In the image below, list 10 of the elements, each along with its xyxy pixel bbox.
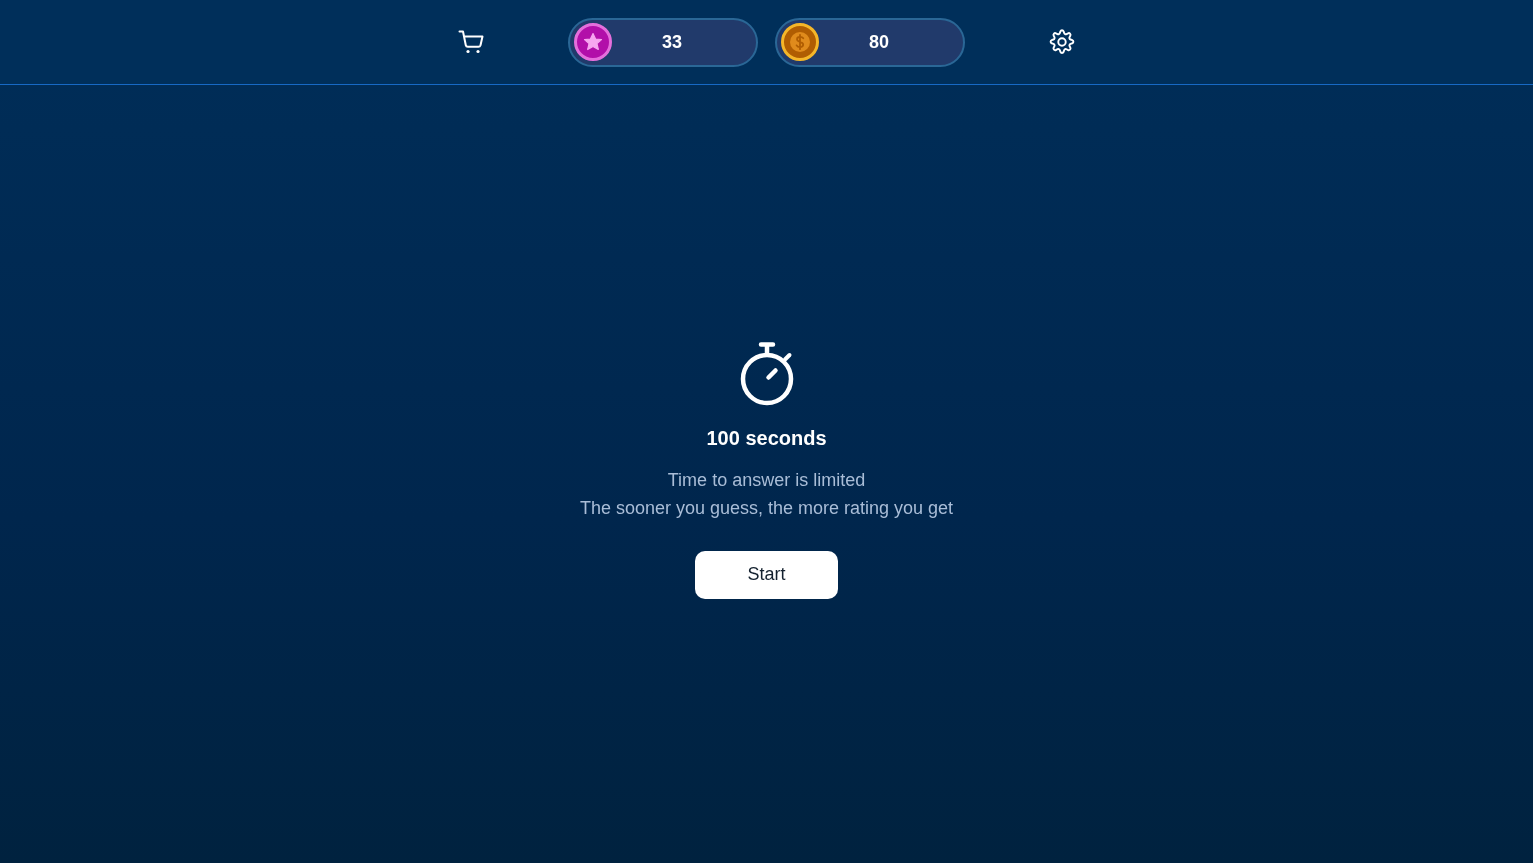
- info-text: Time to answer is limited: [667, 468, 866, 492]
- coin-icon: [781, 23, 819, 61]
- start-button[interactable]: Start: [695, 550, 838, 599]
- info-text: The sooner you guess, the more rating you get: [579, 496, 954, 520]
- settings-icon[interactable]: [1049, 29, 1075, 55]
- duration-title: 100 seconds: [706, 425, 827, 450]
- coin-counter[interactable]: 80: [775, 17, 965, 67]
- star-counter[interactable]: 33: [568, 17, 758, 67]
- cart-icon[interactable]: [458, 30, 484, 54]
- stopwatch-icon: [739, 341, 794, 406]
